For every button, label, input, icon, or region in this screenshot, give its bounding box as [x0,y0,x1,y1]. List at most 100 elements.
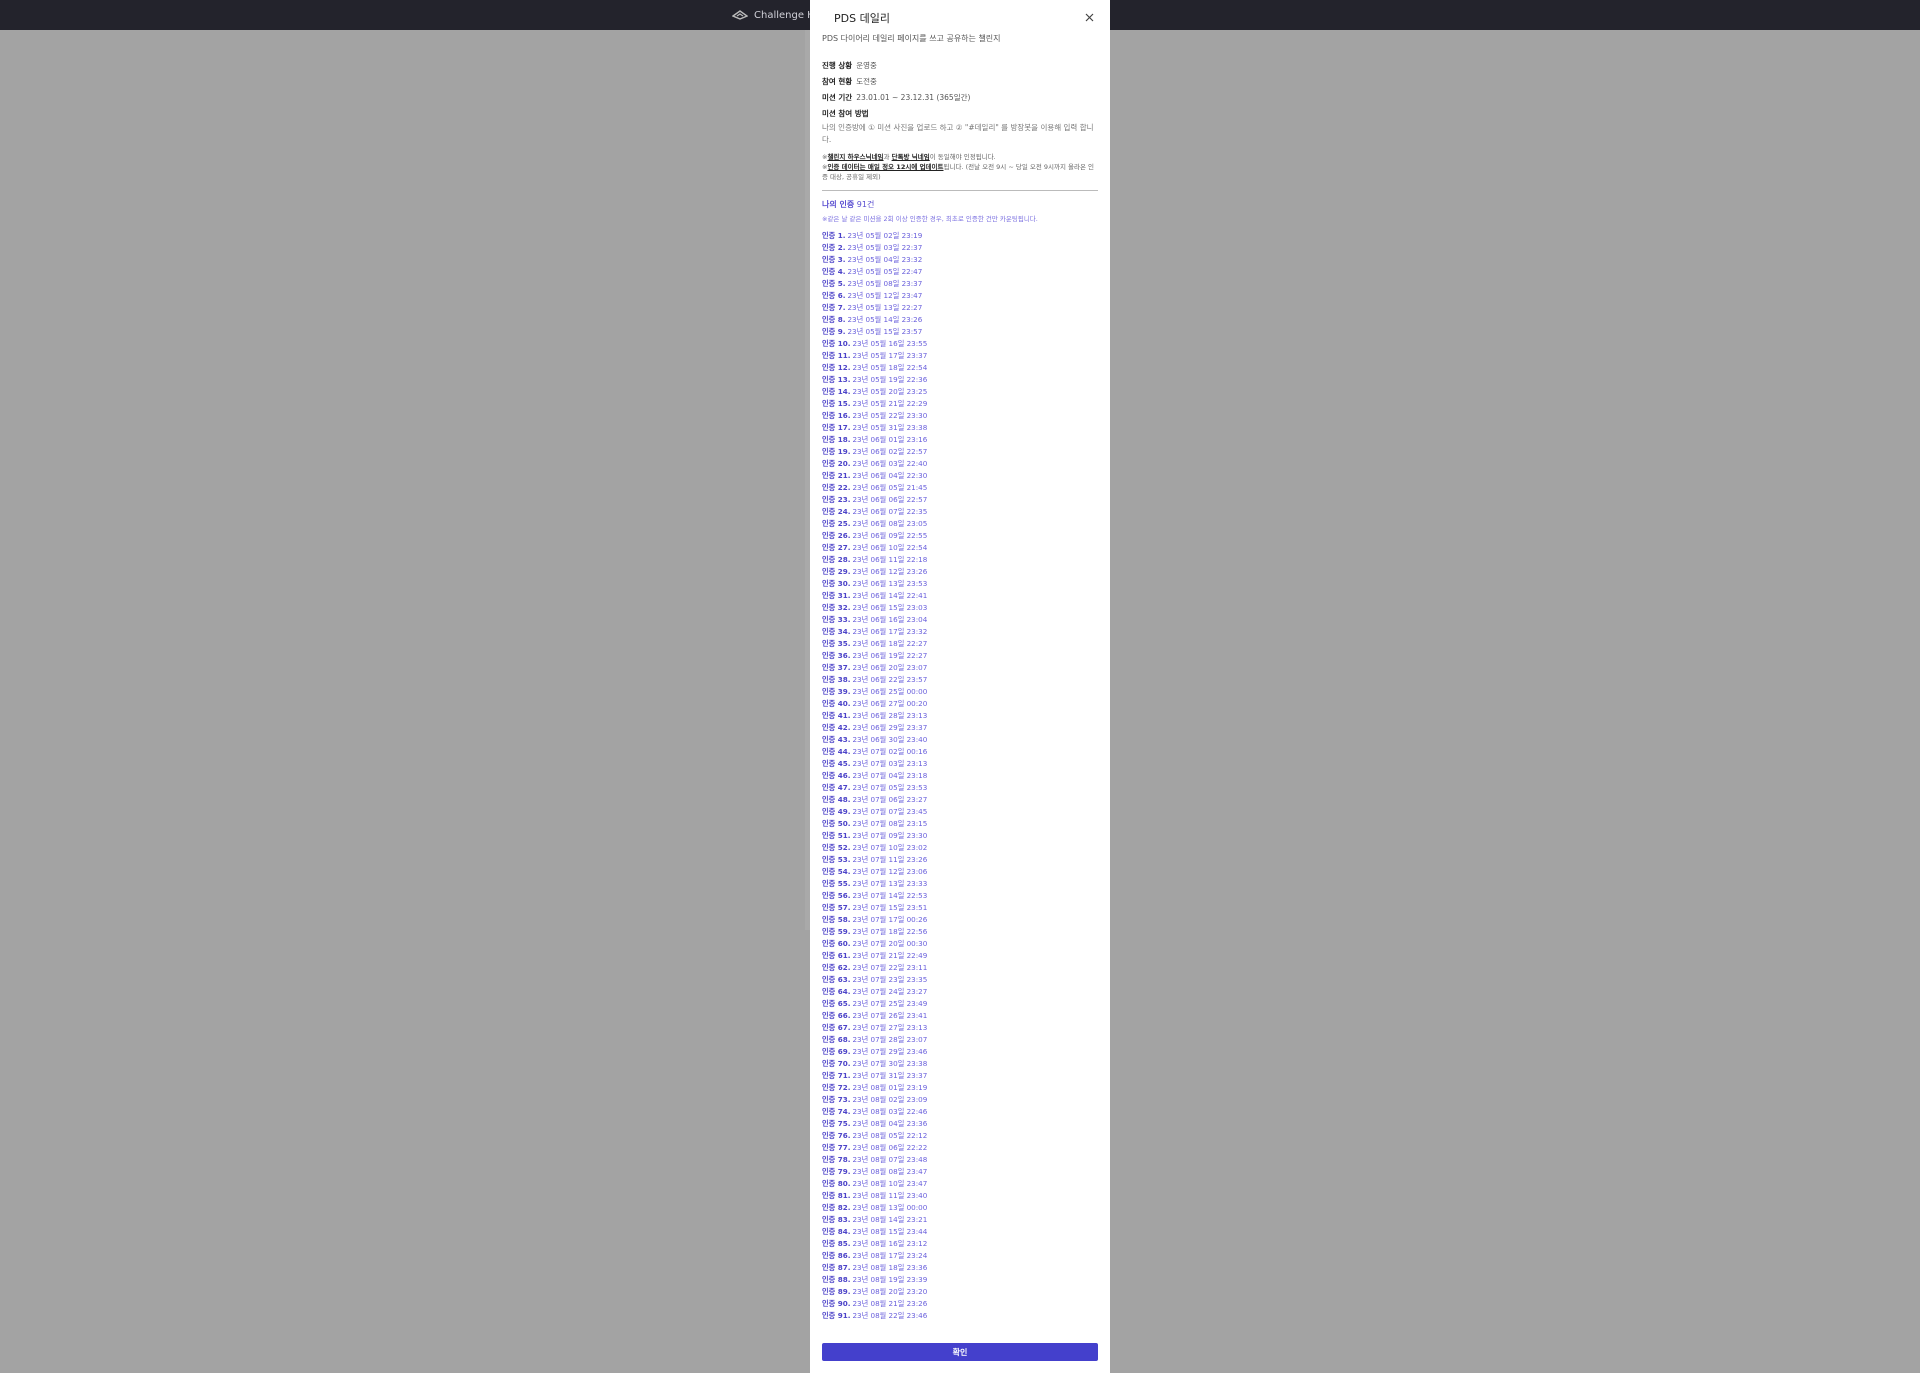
cert-time: 23년 06월 13일 23:53 [852,579,928,588]
cert-number: 인증 10. [822,339,851,348]
cert-item: 인증 88. 23년 08월 19일 23:39 [822,1274,1098,1286]
cert-time: 23년 06월 12일 23:26 [852,567,928,576]
cert-item: 인증 21. 23년 06월 04일 22:30 [822,470,1098,482]
cert-number: 인증 75. [822,1119,851,1128]
cert-number: 인증 45. [822,759,851,768]
cert-item: 인증 79. 23년 08월 08일 23:47 [822,1166,1098,1178]
confirm-button[interactable]: 확인 [822,1343,1098,1361]
cert-time: 23년 06월 14일 22:41 [852,591,928,600]
my-cert-count: 91건 [856,200,875,209]
cert-item: 인증 22. 23년 06월 05일 21:45 [822,482,1098,494]
cert-item: 인증 80. 23년 08월 10일 23:47 [822,1178,1098,1190]
cert-item: 인증 15. 23년 05월 21일 22:29 [822,398,1098,410]
cert-time: 23년 06월 03일 22:40 [852,459,928,468]
cert-number: 인증 6. [822,291,846,300]
cert-number: 인증 11. [822,351,851,360]
cert-item: 인증 25. 23년 06월 08일 23:05 [822,518,1098,530]
method-heading: 미션 참여 방법 [822,109,869,118]
period-label: 미션 기간 [822,93,853,102]
cert-number: 인증 60. [822,939,851,948]
cert-item: 인증 11. 23년 05월 17일 23:37 [822,350,1098,362]
cert-time: 23년 05월 21일 22:29 [852,399,928,408]
cert-time: 23년 07월 18일 22:56 [852,927,928,936]
cert-item: 인증 14. 23년 05월 20일 23:25 [822,386,1098,398]
cert-item: 인증 4. 23년 05월 05일 22:47 [822,266,1098,278]
cert-number: 인증 21. [822,471,851,480]
cert-item: 인증 30. 23년 06월 13일 23:53 [822,578,1098,590]
cert-time: 23년 07월 28일 23:07 [852,1035,928,1044]
cert-item: 인증 9. 23년 05월 15일 23:57 [822,326,1098,338]
cert-number: 인증 62. [822,963,851,972]
cert-time: 23년 08월 07일 23:48 [852,1155,928,1164]
cert-number: 인증 30. [822,579,851,588]
challenge-modal: PDS 데일리 PDS 다이어리 데일리 페이지를 쓰고 공유하는 챌린지 진행… [810,0,1110,1373]
cert-time: 23년 05월 02일 23:19 [847,231,923,240]
my-cert-label: 나의 인증 [822,200,855,209]
cert-item: 인증 84. 23년 08월 15일 23:44 [822,1226,1098,1238]
cert-number: 인증 15. [822,399,851,408]
cert-number: 인증 52. [822,843,851,852]
cert-item: 인증 66. 23년 07월 26일 23:41 [822,1010,1098,1022]
cert-number: 인증 68. [822,1035,851,1044]
cert-number: 인증 41. [822,711,851,720]
cert-item: 인증 60. 23년 07월 20일 00:30 [822,938,1098,950]
cert-number: 인증 54. [822,867,851,876]
cert-note: ※같은 날 같은 미션을 2회 이상 인증한 경우, 최초로 인증한 건만 카운… [822,215,1038,223]
cert-item: 인증 42. 23년 06월 29일 23:37 [822,722,1098,734]
close-button[interactable] [1082,10,1096,24]
cert-item: 인증 57. 23년 07월 15일 23:51 [822,902,1098,914]
cert-item: 인증 33. 23년 06월 16일 23:04 [822,614,1098,626]
cert-number: 인증 88. [822,1275,851,1284]
cert-item: 인증 51. 23년 07월 09일 23:30 [822,830,1098,842]
cert-item: 인증 76. 23년 08월 05일 22:12 [822,1130,1098,1142]
cert-time: 23년 06월 19일 22:27 [852,651,928,660]
cert-time: 23년 07월 31일 23:37 [852,1071,928,1080]
cert-time: 23년 07월 06일 23:27 [852,795,928,804]
method-description: 나의 인증방에 ① 미션 사진을 업로드 하고 ② "#데일리" 를 방장봇을 … [822,123,1094,144]
status-value: 운영중 [856,61,877,70]
cert-time: 23년 08월 20일 23:20 [852,1287,928,1296]
cert-time: 23년 07월 29일 23:46 [852,1047,928,1056]
cert-time: 23년 06월 08일 23:05 [852,519,928,528]
note-update: ※인증 데이터는 매일 정오 12시에 업데이트됩니다. (전날 오전 9시 ~… [822,163,1095,181]
cert-item: 인증 39. 23년 06월 25일 00:00 [822,686,1098,698]
cert-number: 인증 59. [822,927,851,936]
cert-item: 인증 87. 23년 08월 18일 23:36 [822,1262,1098,1274]
cert-time: 23년 07월 17일 00:26 [852,915,928,924]
cert-number: 인증 31. [822,591,851,600]
cert-number: 인증 81. [822,1191,851,1200]
cert-item: 인증 38. 23년 06월 22일 23:57 [822,674,1098,686]
cert-time: 23년 07월 09일 23:30 [852,831,928,840]
cert-number: 인증 84. [822,1227,851,1236]
cert-time: 23년 05월 14일 23:26 [847,315,923,324]
cert-item: 인증 41. 23년 06월 28일 23:13 [822,710,1098,722]
cert-time: 23년 05월 13일 22:27 [847,303,923,312]
cert-number: 인증 57. [822,903,851,912]
status-row: 진행 상황 운영중 [822,58,1098,74]
cert-item: 인증 10. 23년 05월 16일 23:55 [822,338,1098,350]
cert-item: 인증 19. 23년 06월 02일 22:57 [822,446,1098,458]
cert-item: 인증 47. 23년 07월 05일 23:53 [822,782,1098,794]
cert-time: 23년 08월 17일 23:24 [852,1251,928,1260]
cert-item: 인증 35. 23년 06월 18일 22:27 [822,638,1098,650]
cert-number: 인증 4. [822,267,846,276]
cert-number: 인증 79. [822,1167,851,1176]
cert-time: 23년 08월 04일 23:36 [852,1119,928,1128]
cert-item: 인증 44. 23년 07월 02일 00:16 [822,746,1098,758]
cert-number: 인증 61. [822,951,851,960]
cert-number: 인증 67. [822,1023,851,1032]
cert-number: 인증 19. [822,447,851,456]
cert-number: 인증 44. [822,747,851,756]
cert-number: 인증 34. [822,627,851,636]
participation-value: 도전중 [856,77,877,86]
cert-time: 23년 07월 08일 23:15 [852,819,928,828]
cert-number: 인증 12. [822,363,851,372]
modal-title: PDS 데일리 [834,12,890,25]
cert-time: 23년 05월 31일 23:38 [852,423,928,432]
cert-number: 인증 50. [822,819,851,828]
cert-time: 23년 06월 22일 23:57 [852,675,928,684]
cert-number: 인증 35. [822,639,851,648]
cert-item: 인증 68. 23년 07월 28일 23:07 [822,1034,1098,1046]
cert-item: 인증 31. 23년 06월 14일 22:41 [822,590,1098,602]
cert-time: 23년 06월 02일 22:57 [852,447,928,456]
